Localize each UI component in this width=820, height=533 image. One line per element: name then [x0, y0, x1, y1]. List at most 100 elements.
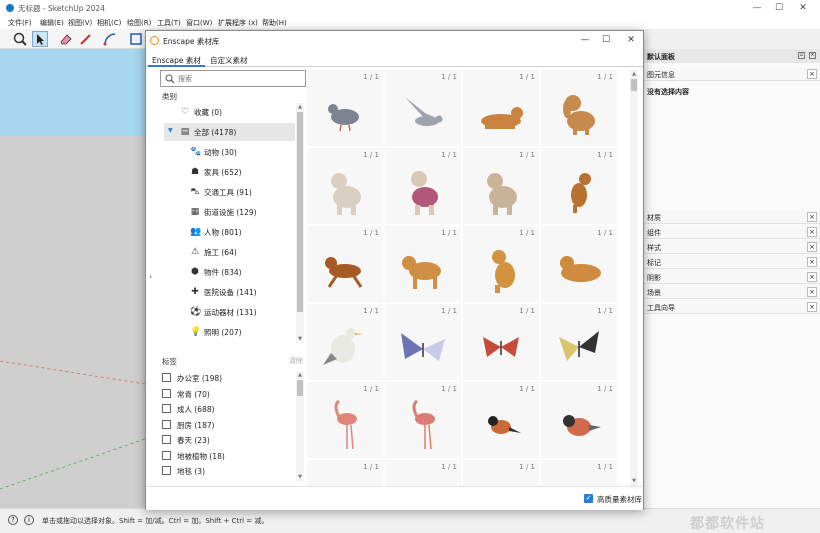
asset-tile[interactable]: 1 / 1 [463, 460, 539, 486]
asset-tile[interactable]: 1 / 1 [463, 382, 539, 458]
asset-tile[interactable]: 1 / 1 [385, 226, 461, 302]
dialog-close-button[interactable]: ✕ [624, 34, 638, 47]
app-close-button[interactable]: ✕ [796, 2, 810, 14]
asset-tile[interactable]: 1 / 1 [385, 304, 461, 380]
tag-checkbox[interactable] [162, 420, 171, 429]
categories-scrollbar[interactable]: ▲ ▼ [296, 103, 304, 343]
tray-section-entity-info[interactable]: 图元信息 × [643, 67, 820, 81]
category-sports[interactable]: ⚽ 运动器材 (131) [174, 303, 295, 321]
menu-window[interactable]: 窗口(W) [186, 18, 212, 28]
close-icon[interactable]: × [807, 212, 817, 222]
asset-tile[interactable]: 1 / 1 [541, 382, 617, 458]
scroll-down-icon[interactable]: ▼ [296, 473, 304, 481]
app-maximize-button[interactable]: ☐ [772, 2, 786, 14]
asset-tile[interactable]: 1 / 1 [307, 226, 383, 302]
menu-extensions[interactable]: 扩展程序 (x) [218, 18, 258, 28]
asset-tile[interactable]: 1 / 1 [307, 460, 383, 486]
asset-tile[interactable]: 1 / 1 [463, 226, 539, 302]
category-lighting[interactable]: 💡 照明 (207) [174, 323, 295, 341]
rectangle-tool-icon[interactable] [128, 31, 144, 47]
asset-tile[interactable]: 1 / 1 [541, 148, 617, 224]
close-icon[interactable]: × [807, 257, 817, 267]
close-icon[interactable]: × [807, 69, 817, 79]
tag-checkbox[interactable] [162, 466, 171, 475]
grid-scrollbar[interactable]: ▲ ▼ [630, 70, 638, 486]
high-quality-checkbox[interactable]: ✓ [584, 494, 593, 503]
scroll-down-icon[interactable]: ▼ [630, 477, 638, 485]
zoom-tool-icon[interactable] [12, 31, 28, 47]
tab-enscape-assets[interactable]: Enscape 素材 [148, 53, 205, 67]
tray-section-components[interactable]: 组件 × [643, 225, 820, 239]
pencil-tool-icon[interactable] [78, 31, 94, 47]
asset-tile[interactable]: 1 / 1 [385, 460, 461, 486]
expand-arrow-icon[interactable]: ▼ [168, 127, 173, 134]
geo-location-icon[interactable]: ? [8, 515, 18, 525]
category-construction[interactable]: ⚠ 施工 (64) [174, 243, 295, 261]
search-box[interactable] [160, 70, 306, 87]
close-icon[interactable]: × [807, 272, 817, 282]
asset-tile[interactable]: 1 / 1 [307, 382, 383, 458]
dialog-minimize-button[interactable]: — [578, 34, 592, 47]
tag-checkbox[interactable] [162, 404, 171, 413]
scroll-up-icon[interactable]: ▲ [630, 70, 638, 78]
asset-tile[interactable]: 1 / 1 [385, 70, 461, 146]
asset-tile[interactable]: 1 / 1 [463, 148, 539, 224]
asset-tile[interactable]: 1 / 1 [541, 226, 617, 302]
close-icon[interactable]: × [807, 302, 817, 312]
asset-tile[interactable]: 1 / 1 [463, 304, 539, 380]
category-all[interactable]: ▼ ▤ 全部 (4178) [164, 123, 295, 141]
tray-section-scenes[interactable]: 场景 × [643, 285, 820, 299]
tags-scrollbar[interactable]: ▲ ▼ [296, 371, 304, 481]
category-people[interactable]: 👥 人物 (801) [174, 223, 295, 241]
tag-checkbox[interactable] [162, 435, 171, 444]
tray-close-icon[interactable]: × [809, 52, 816, 59]
asset-tile[interactable]: 1 / 1 [385, 148, 461, 224]
scroll-up-icon[interactable]: ▲ [296, 103, 304, 111]
arc-tool-icon[interactable] [102, 31, 118, 47]
menu-tools[interactable]: 工具(T) [157, 18, 181, 28]
tray-section-tags[interactable]: 标记 × [643, 255, 820, 269]
tag-checkbox[interactable] [162, 373, 171, 382]
dialog-maximize-button[interactable]: ☐ [599, 34, 613, 47]
scroll-up-icon[interactable]: ▲ [296, 371, 304, 379]
close-icon[interactable]: × [807, 227, 817, 237]
tab-custom-assets[interactable]: 自定义素材 [206, 53, 252, 67]
asset-tile[interactable]: 1 / 1 [307, 148, 383, 224]
close-icon[interactable]: × [807, 287, 817, 297]
tag-checkbox[interactable] [162, 389, 171, 398]
tray-section-styles[interactable]: 样式 × [643, 240, 820, 254]
menu-edit[interactable]: 编辑(E) [40, 18, 64, 28]
category-animals[interactable]: 🐾 动物 (30) [174, 143, 295, 161]
scrollbar-thumb[interactable] [297, 380, 303, 396]
menu-view[interactable]: 视图(V) [68, 18, 92, 28]
tray-section-shadows[interactable]: 阴影 × [643, 270, 820, 284]
asset-tile[interactable]: 1 / 1 [541, 460, 617, 486]
scrollbar-thumb[interactable] [631, 79, 637, 91]
search-input[interactable] [178, 73, 298, 84]
asset-tile[interactable]: 1 / 1 [541, 70, 617, 146]
category-favorites[interactable]: ♡ 收藏 (0) [164, 103, 295, 121]
close-icon[interactable]: × [807, 242, 817, 252]
tray-section-instructor[interactable]: 工具向导 × [643, 300, 820, 314]
category-vehicles[interactable]: ⛍ 交通工具 (91) [174, 183, 295, 201]
category-hospital[interactable]: ✚ 医院设备 (141) [174, 283, 295, 301]
menu-camera[interactable]: 相机(C) [97, 18, 121, 28]
tray-section-materials[interactable]: 材质 × [643, 210, 820, 224]
asset-tile[interactable]: 1 / 1 [307, 304, 383, 380]
scroll-down-icon[interactable]: ▼ [296, 335, 304, 343]
category-street-furniture[interactable]: ▦ 街道设施 (129) [174, 203, 295, 221]
app-minimize-button[interactable]: — [750, 2, 764, 14]
asset-tile[interactable]: 1 / 1 [307, 70, 383, 146]
select-tool-icon[interactable] [32, 31, 48, 47]
asset-tile[interactable]: 1 / 1 [541, 304, 617, 380]
tags-clear-button[interactable]: 清除 [289, 356, 303, 366]
asset-tile[interactable]: 1 / 1 [385, 382, 461, 458]
menu-draw[interactable]: 绘图(R) [127, 18, 151, 28]
collapse-pane-icon[interactable]: › [149, 272, 152, 281]
asset-tile[interactable]: 1 / 1 [463, 70, 539, 146]
scrollbar-thumb[interactable] [297, 112, 303, 312]
category-furniture[interactable]: ☗ 家具 (652) [174, 163, 295, 181]
eraser-tool-icon[interactable] [58, 31, 74, 47]
tag-checkbox[interactable] [162, 451, 171, 460]
menu-file[interactable]: 文件(F) [8, 18, 32, 28]
